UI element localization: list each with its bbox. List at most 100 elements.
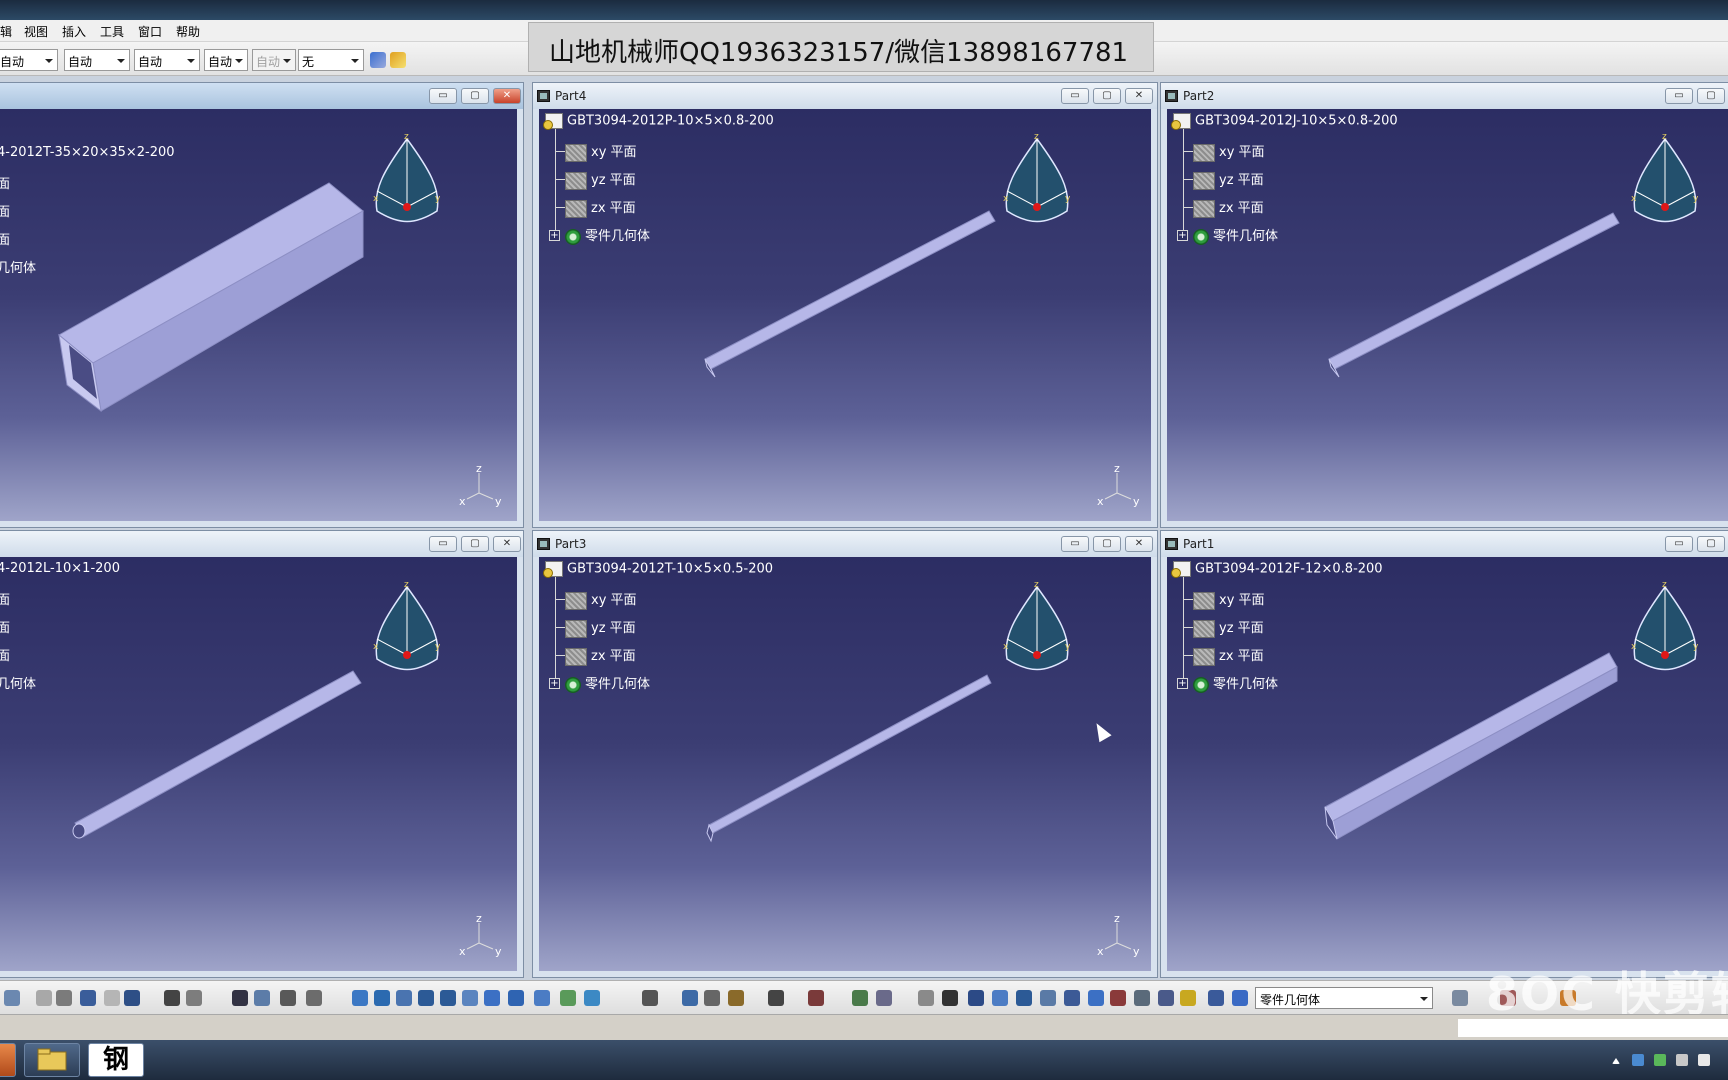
properties-brush-icon[interactable] [390, 52, 406, 68]
tray-expand-icon[interactable] [1612, 1058, 1620, 1064]
tree-node-zx-plane[interactable]: 面 [0, 645, 10, 664]
tray-volume-icon[interactable] [1698, 1054, 1710, 1066]
tree-node-part-body[interactable]: 零件几何体 [1193, 673, 1278, 693]
redo-icon[interactable] [104, 990, 120, 1006]
tree-node-xy-plane[interactable]: 面 [0, 589, 10, 608]
light-icon[interactable] [1180, 990, 1196, 1006]
tree-node-root[interactable]: 4-2012L-10×1-200 [0, 561, 120, 576]
layer-combo[interactable]: 无 [298, 49, 364, 71]
tree-node-part-body[interactable]: 零件几何体 [1193, 225, 1278, 245]
minimize-button[interactable]: ▭ [429, 536, 457, 552]
grid-snap-icon[interactable] [992, 990, 1008, 1006]
3d-viewport[interactable]: 4-2012L-10×1-200 面 面 面 几何体 z x y z x y [0, 557, 517, 971]
spiral-icon[interactable] [918, 990, 934, 1006]
menu-insert[interactable]: 插入 [62, 23, 86, 40]
tree-node-yz-plane[interactable]: 面 [0, 201, 10, 220]
taskbar-app-catia[interactable] [0, 1043, 16, 1077]
tree-node-zx-plane[interactable]: zx 平面 [1193, 645, 1264, 666]
compass-icon[interactable]: z x y [369, 577, 445, 677]
maximize-button[interactable]: ▢ [461, 88, 489, 104]
compass-icon[interactable]: z x y [999, 129, 1075, 229]
part-window-part1[interactable]: Part1 ▭ ▢ GBT3094-2012F-12×0.8-200 xy 平面… [1160, 530, 1728, 978]
plane-tool-icon[interactable] [1158, 990, 1174, 1006]
fit-all-icon[interactable] [352, 990, 368, 1006]
tree-node-part-body[interactable]: 几何体 [0, 257, 36, 276]
tree-node-xy-plane[interactable]: xy 平面 [565, 141, 637, 162]
swap-visible-icon[interactable] [584, 990, 600, 1006]
multi-view-icon[interactable] [484, 990, 500, 1006]
3d-viewport[interactable]: GBT3094-2012J-10×5×0.8-200 xy 平面 yz 平面 z… [1167, 109, 1728, 521]
close-button[interactable]: ✕ [1125, 536, 1153, 552]
zoom-in-icon[interactable] [418, 990, 434, 1006]
copy-icon[interactable] [36, 990, 52, 1006]
maximize-button[interactable]: ▢ [1697, 88, 1725, 104]
tree-node-zx-plane[interactable]: zx 平面 [1193, 197, 1264, 218]
part-window-4[interactable]: ▭ ▢ ✕ 4-2012L-10×1-200 面 面 面 几何体 z x y z… [0, 530, 524, 978]
tree-node-root[interactable]: GBT3094-2012T-10×5×0.5-200 [543, 561, 773, 578]
tree-node-part-body[interactable]: 零件几何体 [565, 673, 650, 693]
constraint-icon[interactable] [682, 990, 698, 1006]
help-icon[interactable] [124, 990, 140, 1006]
part-window-1[interactable]: ▭ ▢ ✕ 4-2012T-35×20×35×2-200 面 面 面 几何体 z… [0, 82, 524, 528]
surface-icon[interactable] [876, 990, 892, 1006]
minimize-button[interactable]: ▭ [1665, 88, 1693, 104]
point-type-combo[interactable]: 自动 [252, 49, 296, 71]
tree-node-root[interactable]: GBT3094-2012P-10×5×0.8-200 [543, 113, 774, 130]
transparency-combo[interactable]: 自动 [64, 49, 130, 71]
zoom-out-icon[interactable] [440, 990, 456, 1006]
compass-icon[interactable]: z x y [369, 129, 445, 229]
taskbar-steel-app[interactable]: 钢 [88, 1043, 144, 1077]
tree-node-zx-plane[interactable]: zx 平面 [565, 645, 636, 666]
minimize-button[interactable]: ▭ [1061, 536, 1089, 552]
pan-icon[interactable] [374, 990, 390, 1006]
menu-help[interactable]: 帮助 [176, 23, 200, 40]
undo-icon[interactable] [80, 990, 96, 1006]
hierarchy-icon[interactable] [254, 990, 270, 1006]
rotate-icon[interactable] [396, 990, 412, 1006]
close-button[interactable]: ✕ [493, 536, 521, 552]
tree-node-yz-plane[interactable]: 面 [0, 617, 10, 636]
normal-view-icon[interactable] [462, 990, 478, 1006]
close-button[interactable]: ✕ [1125, 88, 1153, 104]
expand-plus-icon[interactable]: + [549, 678, 560, 689]
tray-network-icon[interactable] [1632, 1054, 1644, 1066]
layer-filter-icon[interactable] [1040, 990, 1056, 1006]
tree-node-xy-plane[interactable]: xy 平面 [1193, 589, 1265, 610]
axis-system-icon[interactable] [968, 990, 984, 1006]
formula-icon[interactable] [164, 990, 180, 1006]
tree-node-xy-plane[interactable]: xy 平面 [1193, 141, 1265, 162]
tree-node-root[interactable]: 4-2012T-35×20×35×2-200 [0, 145, 175, 160]
tree-node-part-body[interactable]: 几何体 [0, 673, 36, 692]
tree-node-root[interactable]: GBT3094-2012J-10×5×0.8-200 [1171, 113, 1398, 130]
table-icon[interactable] [232, 990, 248, 1006]
tray-display-icon[interactable] [1676, 1054, 1688, 1066]
maximize-button[interactable]: ▢ [1697, 536, 1725, 552]
tree-node-xy-plane[interactable]: xy 平面 [565, 589, 637, 610]
compass-reset-icon[interactable] [1088, 990, 1104, 1006]
stack-icon[interactable] [1208, 990, 1224, 1006]
menu-view[interactable]: 视图 [24, 23, 48, 40]
comment-icon[interactable] [186, 990, 202, 1006]
tree-node-yz-plane[interactable]: yz 平面 [565, 617, 636, 638]
minimize-button[interactable]: ▭ [1665, 536, 1693, 552]
3d-viewport[interactable]: GBT3094-2012T-10×5×0.5-200 xy 平面 yz 平面 z… [539, 557, 1151, 971]
color-combo[interactable]: 自动 [0, 49, 58, 71]
menu-edit[interactable]: 辑 [0, 23, 12, 40]
expand-plus-icon[interactable]: + [1177, 230, 1188, 241]
wireframe-icon[interactable] [852, 990, 868, 1006]
hand-pan-icon[interactable] [942, 990, 958, 1006]
part-window-part3[interactable]: Part3 ▭ ▢ ✕ GBT3094-2012T-10×5×0.5-200 x… [532, 530, 1158, 978]
save-management-icon[interactable] [642, 990, 658, 1006]
compass-icon[interactable]: z x y [999, 577, 1075, 677]
part-window-part2[interactable]: Part2 ▭ ▢ GBT3094-2012J-10×5×0.8-200 xy … [1160, 82, 1728, 528]
line-weight-combo[interactable]: 自动 [134, 49, 200, 71]
compass-icon[interactable]: z x y [1627, 129, 1703, 229]
command-input-field[interactable] [1458, 1019, 1728, 1037]
work-object-combo[interactable]: 零件几何体 [1255, 987, 1433, 1009]
line-icon[interactable] [1134, 990, 1150, 1006]
analysis-icon[interactable] [808, 990, 824, 1006]
3d-viewport[interactable]: 4-2012T-35×20×35×2-200 面 面 面 几何体 z x y z… [0, 109, 517, 521]
update-icon[interactable] [1452, 990, 1468, 1006]
measure-icon[interactable] [306, 990, 322, 1006]
menu-tools[interactable]: 工具 [100, 23, 124, 40]
